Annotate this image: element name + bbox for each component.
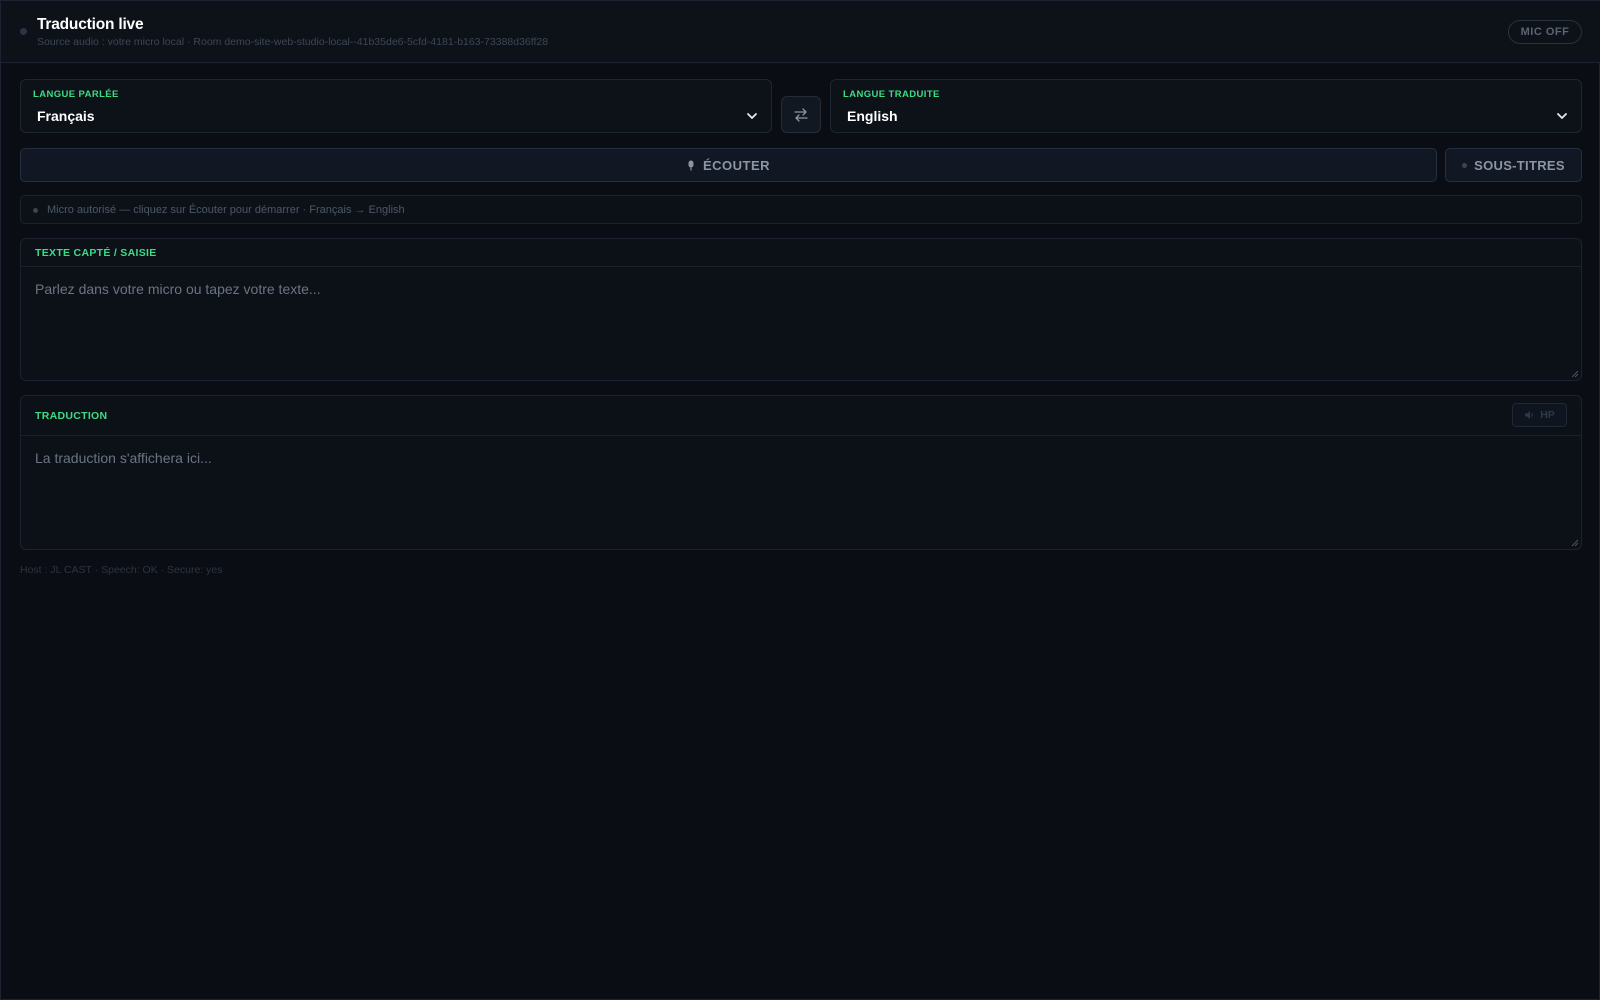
listen-button[interactable]: ÉCOUTER <box>20 148 1437 182</box>
header: Traduction live Source audio : votre mic… <box>1 1 1600 63</box>
translation-header: TRADUCTION HP <box>21 396 1581 436</box>
status-bar: Micro autorisé — cliquez sur Écouter pou… <box>20 195 1582 224</box>
mic-status-badge[interactable]: MIC OFF <box>1508 20 1582 44</box>
source-language-value[interactable]: Français <box>37 108 95 124</box>
swap-arrows-icon <box>794 107 808 122</box>
subtitles-button-label: SOUS-TITRES <box>1474 157 1565 173</box>
captured-text-title: TEXTE CAPTÉ / SAISIE <box>35 247 157 259</box>
footer-info: Host : JL CAST · Speech: OK · Secure: ye… <box>20 564 223 576</box>
chevron-down-icon <box>747 113 757 119</box>
captured-text-input[interactable]: Parlez dans votre micro ou tapez votre t… <box>35 281 321 297</box>
swap-languages-button[interactable] <box>781 96 821 133</box>
status-text: Micro autorisé — cliquez sur Écouter pou… <box>47 204 405 216</box>
source-language-select[interactable]: LANGUE PARLÉE Français <box>20 79 772 133</box>
speaker-icon <box>1525 411 1533 419</box>
listen-button-label: ÉCOUTER <box>702 157 771 173</box>
source-language-label: LANGUE PARLÉE <box>33 89 119 100</box>
captured-text-header: TEXTE CAPTÉ / SAISIE <box>21 239 1581 267</box>
connection-status-dot <box>20 28 27 35</box>
app-window: Traduction live Source audio : votre mic… <box>0 0 1600 1000</box>
chevron-down-icon <box>1557 113 1567 119</box>
target-language-value[interactable]: English <box>847 108 898 124</box>
status-dot <box>33 208 38 213</box>
page-subtitle: Source audio : votre micro local · Room … <box>37 36 549 48</box>
translation-output[interactable]: La traduction s'affichera ici... <box>35 450 212 466</box>
speaker-button[interactable]: HP <box>1512 403 1567 427</box>
translation-panel: TRADUCTION HP La traduction s'affichera … <box>20 395 1582 550</box>
translation-title: TRADUCTION <box>35 410 108 422</box>
target-language-select[interactable]: LANGUE TRADUITE English <box>830 79 1582 133</box>
captured-text-panel: TEXTE CAPTÉ / SAISIE Parlez dans votre m… <box>20 238 1582 381</box>
resize-handle-icon[interactable] <box>1570 369 1579 378</box>
page-title: Traduction live <box>37 16 144 33</box>
subtitles-status-dot <box>1462 162 1468 168</box>
target-language-label: LANGUE TRADUITE <box>843 89 940 100</box>
subtitles-button[interactable]: SOUS-TITRES <box>1445 148 1582 182</box>
speaker-button-label: HP <box>1540 409 1555 421</box>
microphone-icon <box>688 160 694 170</box>
resize-handle-icon[interactable] <box>1570 538 1579 547</box>
